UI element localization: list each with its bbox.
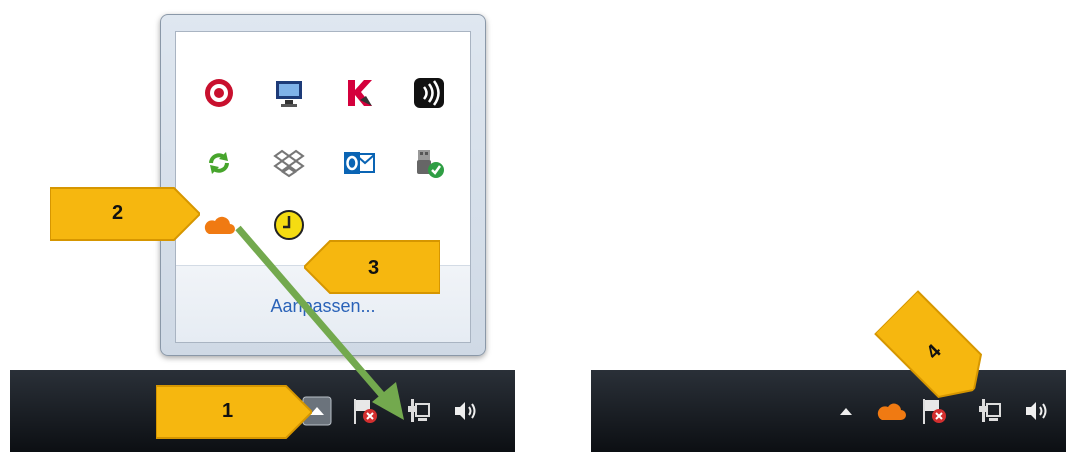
cloud-icon[interactable] bbox=[877, 396, 907, 426]
callout-1: 1 bbox=[156, 382, 312, 442]
clock-icon[interactable] bbox=[272, 208, 306, 242]
outlook-icon[interactable] bbox=[342, 146, 376, 180]
cloud-icon[interactable] bbox=[202, 208, 236, 242]
app-red-circle-icon[interactable] bbox=[202, 76, 236, 110]
show-hidden-icons-arrow[interactable] bbox=[831, 396, 861, 426]
callout-2: 2 bbox=[50, 184, 200, 244]
callout-number: 1 bbox=[222, 400, 234, 422]
action-center-flag-icon[interactable] bbox=[350, 396, 380, 426]
callout-number: 3 bbox=[368, 257, 380, 279]
network-icon[interactable] bbox=[402, 396, 432, 426]
volume-icon[interactable] bbox=[450, 396, 480, 426]
taskbar-right bbox=[591, 370, 1066, 452]
volume-icon[interactable] bbox=[1021, 396, 1051, 426]
sync-arrows-icon[interactable] bbox=[202, 146, 236, 180]
antivirus-k-icon[interactable] bbox=[342, 76, 376, 110]
dropbox-icon[interactable] bbox=[272, 146, 306, 180]
customize-link[interactable]: Aanpassen... bbox=[176, 296, 470, 317]
network-icon[interactable] bbox=[973, 396, 1003, 426]
speech-waves-icon[interactable] bbox=[412, 76, 446, 110]
usb-device-ok-icon[interactable] bbox=[412, 146, 446, 180]
notification-area-popup: Aanpassen... bbox=[160, 14, 486, 356]
callout-number: 2 bbox=[112, 202, 124, 224]
remote-desktop-icon[interactable] bbox=[272, 76, 306, 110]
callout-3: 3 bbox=[304, 237, 440, 297]
